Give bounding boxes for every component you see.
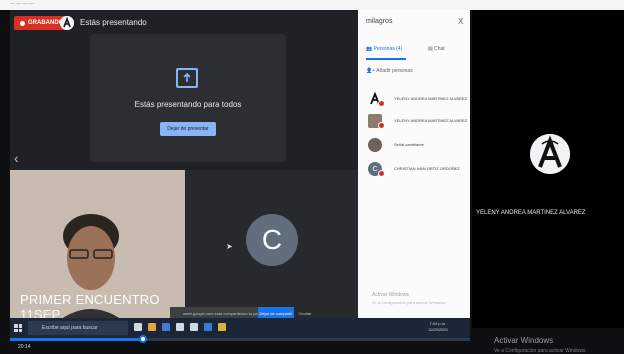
video-tile-right: YELENY ANDREA MARTINEZ ALVAREZ Activar W… xyxy=(472,10,624,354)
taskbar-search-input[interactable]: Escribe aquí para buscar xyxy=(28,321,128,335)
muted-icon xyxy=(378,100,385,107)
add-people-label: Añadir personas xyxy=(376,68,413,74)
participant-name: YELENY ANDREA MARTINEZ ALVAREZ xyxy=(394,118,468,123)
activate-windows-small-sub: Ve a Configuración para activar Windows. xyxy=(372,300,447,305)
record-dot-icon xyxy=(20,20,25,26)
avatar: C xyxy=(246,214,298,266)
mouse-cursor-icon: ➤ xyxy=(226,242,233,251)
task-view-icon[interactable] xyxy=(134,323,142,331)
windows-start-icon[interactable] xyxy=(14,324,22,332)
video-progress-fill xyxy=(10,338,144,341)
presenter-avatar xyxy=(60,16,74,30)
participant-name: Señal cambiante xyxy=(394,142,424,147)
activate-windows-small: Activar Windows xyxy=(372,292,409,298)
add-people-button[interactable]: 👤+ Añadir personas xyxy=(366,68,413,74)
presenting-title: Estás presentando para todos xyxy=(134,100,242,109)
video-tile-self: PRIMER ENCUENTRO 11SEP Señal cambiante xyxy=(10,170,185,328)
windows-taskbar: ⌕ Escribe aquí para buscar 7:04 p.m. 11/… xyxy=(10,318,470,338)
file-explorer-icon[interactable] xyxy=(148,323,156,331)
system-clock[interactable]: 7:04 p.m. 11/09/2020 xyxy=(428,321,448,333)
participant-row[interactable]: YELENY ANDREA MARTINEZ ALVAREZ xyxy=(358,110,470,132)
participant-row[interactable]: Señal cambiante xyxy=(358,134,470,156)
participant-name: YELENY ANDREA MARTINEZ ALVAREZ xyxy=(476,210,586,216)
video-time-code: 20:14 xyxy=(18,344,31,350)
participant-name: CHRISTIAN IVAN ORTIZ ORDOÑEZ xyxy=(394,166,460,171)
chrome-icon[interactable] xyxy=(218,323,226,331)
presenting-card: Estás presentando para todos Dejar de pr… xyxy=(90,34,286,162)
browser-strip: — — — — xyxy=(0,0,624,10)
participant-name: YELENY ANDREA MARTINEZ ALVAREZ xyxy=(394,96,468,101)
mail-icon[interactable] xyxy=(190,323,198,331)
avatar xyxy=(368,138,382,152)
avatar xyxy=(530,134,570,174)
tab-people[interactable]: 👥 Personas (4) xyxy=(366,46,402,52)
present-screen-icon xyxy=(176,68,198,88)
tab-chat-label: Chat xyxy=(434,46,445,52)
browser-strip-text: — — — — xyxy=(10,1,35,7)
recording-label: GRABANDO xyxy=(28,20,64,26)
clock-date: 11/09/2020 xyxy=(428,327,448,332)
video-subcaption: Señal cambiante xyxy=(20,311,58,317)
video-progress-knob[interactable] xyxy=(139,335,148,343)
video-progress-bar[interactable] xyxy=(10,335,470,343)
panel-title: milagros xyxy=(366,18,393,25)
activate-windows-subtitle: Ve a Configuración para activar Windows. xyxy=(494,348,587,354)
participant-row[interactable]: YELENY ANDREA MARTINEZ ALVAREZ xyxy=(358,88,470,110)
store-icon[interactable] xyxy=(176,323,184,331)
tab-people-label: Personas (4) xyxy=(373,46,403,52)
logo-icon xyxy=(530,134,570,174)
participants-panel: milagros X 👥 Personas (4) ▤ Chat 👤+ Añad… xyxy=(358,10,470,328)
logo-icon xyxy=(60,16,74,30)
presenting-status: Estás presentando xyxy=(80,18,147,27)
stop-presenting-button[interactable]: Dejar de presentar xyxy=(160,122,216,136)
video-tile-participant-c: C ➤ xyxy=(186,170,358,328)
participant-row[interactable]: C CHRISTIAN IVAN ORTIZ ORDOÑEZ xyxy=(358,158,470,180)
chevron-left-icon[interactable]: ‹ xyxy=(14,151,24,165)
muted-icon xyxy=(378,170,385,177)
app-icon[interactable] xyxy=(204,323,212,331)
tab-active-indicator xyxy=(366,58,406,60)
close-icon[interactable]: X xyxy=(458,17,463,26)
muted-icon xyxy=(378,122,385,129)
edge-icon[interactable] xyxy=(162,323,170,331)
activate-windows-title: Activar Windows xyxy=(494,336,554,345)
tab-chat[interactable]: ▤ Chat xyxy=(428,46,445,52)
